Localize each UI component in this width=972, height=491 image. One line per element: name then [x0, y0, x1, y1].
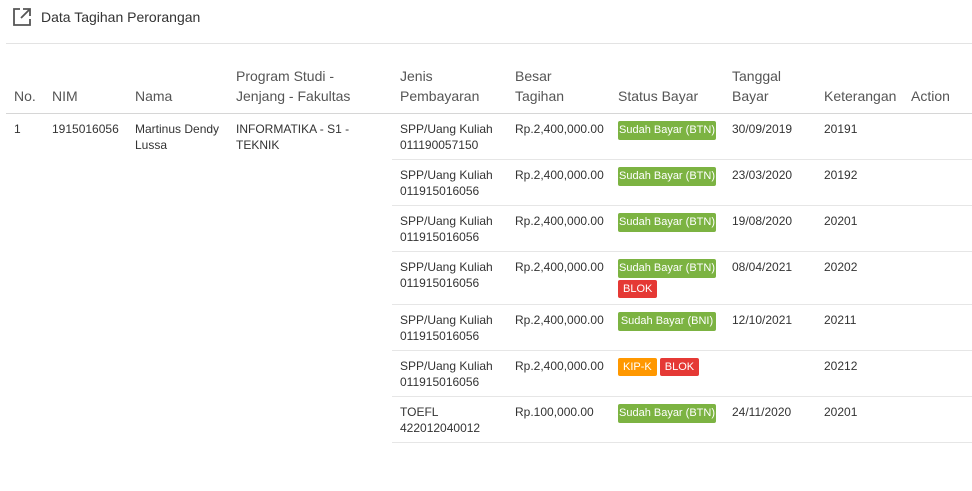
cell-nama: Martinus Dendy Lussa — [135, 122, 220, 152]
status-badge-paid: Sudah Bayar (BTN) — [618, 213, 716, 232]
header-divider — [6, 43, 972, 44]
status-badge-paid: Sudah Bayar (BTN) — [618, 167, 716, 186]
status-badge-paid: Sudah Bayar (BTN) — [618, 259, 716, 278]
col-no: No. — [6, 62, 44, 114]
cell-tanggal: 30/09/2019 — [732, 122, 793, 136]
col-status: Status Bayar — [610, 62, 724, 114]
cell-action — [903, 396, 972, 443]
col-jenis: Jenis Pembayaran — [392, 62, 507, 114]
cell-tanggal — [724, 350, 816, 397]
cell-action — [903, 304, 972, 351]
cell-besar: Rp.2,400,000.00 — [507, 304, 610, 351]
cell-status: Sudah Bayar (BTN) — [610, 114, 724, 160]
cell-keterangan: 20191 — [824, 122, 858, 136]
cell-jenis: SPP/Uang Kuliah 011915016056 — [392, 159, 507, 206]
cell-jenis: SPP/Uang Kuliah 011915016056 — [392, 251, 507, 305]
col-tanggal: Tanggal Bayar — [724, 62, 816, 114]
cell-keterangan: 20192 — [816, 159, 903, 206]
cell-status: Sudah Bayar (BTN) — [610, 205, 724, 252]
cell-action — [903, 114, 972, 160]
billing-table: No. NIM Nama Program Studi - Jenjang - F… — [6, 62, 972, 443]
cell-keterangan: 20202 — [816, 251, 903, 305]
cell-jenis: SPP/Uang Kuliah 011915016056 — [392, 304, 507, 351]
page-title: Data Tagihan Perorangan — [41, 9, 201, 25]
cell-tanggal: 19/08/2020 — [724, 205, 816, 252]
col-action: Action — [903, 62, 972, 114]
cell-keterangan: 20201 — [816, 396, 903, 443]
col-nama: Nama — [127, 62, 228, 114]
cell-status: Sudah Bayar (BTN) — [610, 159, 724, 206]
cell-jenis: SPP/Uang Kuliah 011190057150 — [400, 122, 493, 152]
status-badge-paid: Sudah Bayar (BTN) — [618, 404, 716, 423]
cell-action — [903, 205, 972, 252]
cell-tanggal: 23/03/2020 — [724, 159, 816, 206]
cell-jenis: TOEFL 422012040012 — [392, 396, 507, 443]
external-link-icon — [12, 7, 32, 27]
cell-besar: Rp.2,400,000.00 — [507, 251, 610, 305]
cell-status: Sudah Bayar (BTN) — [610, 396, 724, 443]
col-prodi: Program Studi - Jenjang - Fakultas — [228, 62, 392, 114]
cell-besar: Rp.2,400,000.00 — [507, 350, 610, 397]
cell-keterangan: 20212 — [816, 350, 903, 397]
cell-action — [903, 350, 972, 397]
cell-jenis: SPP/Uang Kuliah 011915016056 — [392, 350, 507, 397]
cell-action — [903, 159, 972, 206]
cell-besar: Rp.2,400,000.00 — [507, 159, 610, 206]
cell-besar: Rp.2,400,000.00 — [507, 205, 610, 252]
col-besar: Besar Tagihan — [507, 62, 610, 114]
status-badge-kip: KIP-K — [618, 358, 657, 376]
cell-prodi: INFORMATIKA - S1 - TEKNIK — [236, 122, 350, 152]
cell-keterangan: 20201 — [816, 205, 903, 252]
cell-no: 1 — [14, 122, 21, 136]
cell-jenis: SPP/Uang Kuliah 011915016056 — [392, 205, 507, 252]
cell-tanggal: 24/11/2020 — [724, 396, 816, 443]
cell-nim: 1915016056 — [52, 122, 119, 136]
cell-status: Sudah Bayar (BNI) — [610, 304, 724, 351]
col-keterangan: Keterangan — [816, 62, 903, 114]
status-badge-blok: BLOK — [659, 358, 700, 376]
cell-status: Sudah Bayar (BTN) BLOK — [610, 251, 724, 305]
cell-tanggal: 08/04/2021 — [724, 251, 816, 305]
cell-keterangan: 20211 — [816, 304, 903, 351]
table-header-row: No. NIM Nama Program Studi - Jenjang - F… — [6, 62, 972, 114]
status-badge-paid: Sudah Bayar (BTN) — [618, 121, 716, 140]
cell-tanggal: 12/10/2021 — [724, 304, 816, 351]
cell-besar: Rp.2,400,000.00 — [515, 122, 604, 136]
table-row: 1 1915016056 Martinus Dendy Lussa INFORM… — [6, 114, 972, 160]
status-badge-paid: Sudah Bayar (BNI) — [618, 312, 716, 331]
page-header: Data Tagihan Perorangan — [12, 4, 200, 30]
cell-status: KIP-K BLOK — [610, 350, 724, 397]
cell-action — [903, 251, 972, 305]
col-nim: NIM — [44, 62, 127, 114]
cell-besar: Rp.100,000.00 — [507, 396, 610, 443]
status-badge-blok: BLOK — [618, 280, 658, 298]
